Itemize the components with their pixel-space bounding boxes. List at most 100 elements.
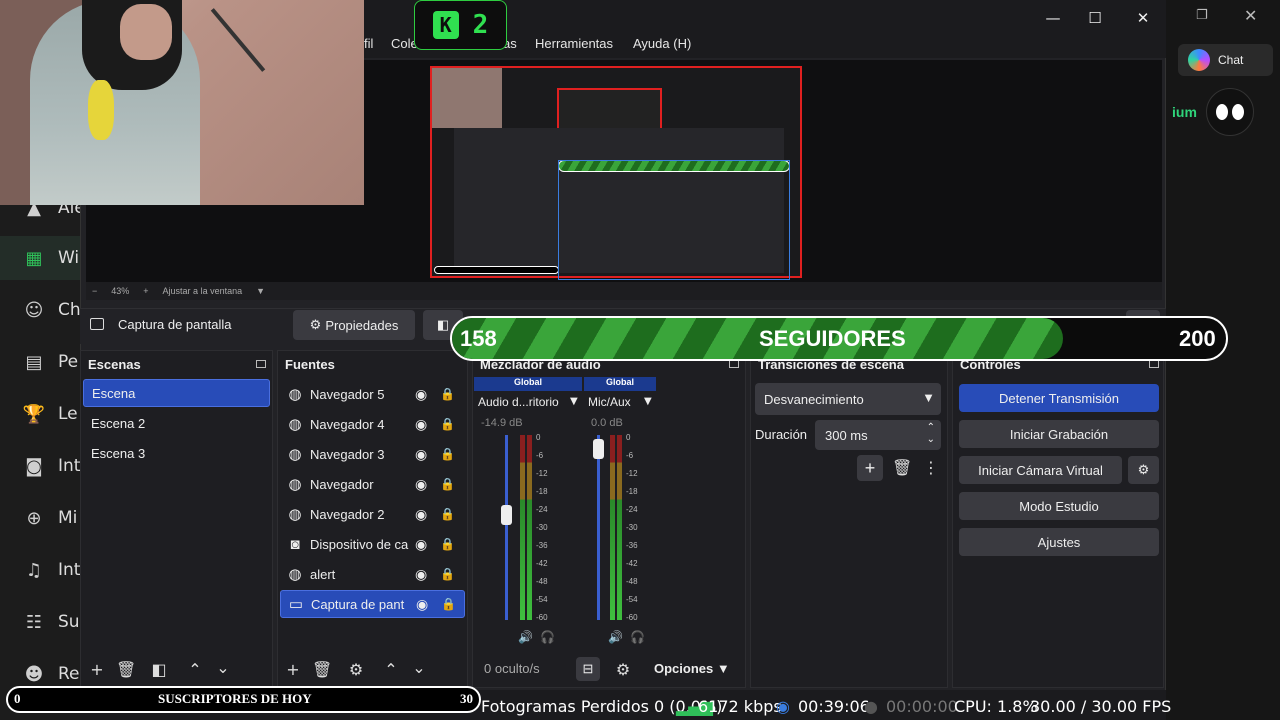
channel-volume-db: -14.9 dB: [481, 417, 523, 429]
move-up-icon[interactable]: ⌃: [186, 660, 204, 679]
close-window-icon[interactable]: ✕: [1120, 6, 1166, 30]
sidebar-item[interactable]: ◙ Int: [0, 444, 84, 488]
sidebar-item-label: Int: [58, 560, 81, 580]
preview-selection-box[interactable]: [558, 160, 790, 280]
eye-icon[interactable]: ◉: [415, 386, 427, 403]
move-up-icon[interactable]: ⌃: [382, 660, 400, 679]
source-item[interactable]: ◍ Navegador 5 ◉ 🔒: [280, 380, 465, 408]
source-item[interactable]: ◍ Navegador ◉ 🔒: [280, 470, 465, 498]
scene-item[interactable]: Escena 2: [83, 409, 270, 437]
source-item[interactable]: ◍ Navegador 3 ◉ 🔒: [280, 440, 465, 468]
eye-icon[interactable]: ◉: [415, 476, 427, 493]
studio-mode-button[interactable]: Modo Estudio: [959, 492, 1159, 520]
sidebar-item[interactable]: ☷ Su: [0, 600, 84, 644]
lock-icon[interactable]: 🔒: [440, 537, 455, 551]
options-button[interactable]: Opciones ▼: [654, 661, 730, 676]
sidebar-item[interactable]: ♫ Int: [0, 548, 84, 592]
eye-icon[interactable]: ◉: [416, 596, 428, 613]
trash-icon[interactable]: 🗑: [892, 458, 912, 477]
chevron-down-icon[interactable]: ▼: [570, 396, 578, 407]
menu-herramientas[interactable]: Herramientas: [535, 36, 613, 51]
menu-ayuda[interactable]: Ayuda (H): [633, 36, 691, 51]
lock-icon[interactable]: 🔒: [440, 447, 455, 461]
minimize-icon[interactable]: —: [1030, 6, 1076, 30]
scene-item[interactable]: Escena: [83, 379, 270, 407]
trash-icon[interactable]: 🗑: [116, 660, 136, 679]
trash-icon[interactable]: 🗑: [312, 660, 332, 679]
volume-slider-track[interactable]: [505, 435, 508, 620]
sidebar-item[interactable]: ▦ Wi: [0, 236, 84, 280]
source-item[interactable]: ◍ Navegador 4 ◉ 🔒: [280, 410, 465, 438]
source-item[interactable]: ◍ alert ◉ 🔒: [280, 560, 465, 588]
volume-slider-handle[interactable]: [593, 438, 604, 459]
menu-perfil[interactable]: fil: [364, 36, 373, 51]
fit-window-label[interactable]: Ajustar a la ventana: [163, 286, 243, 296]
properties-button[interactable]: ⚙ Propiedades: [293, 310, 415, 340]
eye-icon[interactable]: ◉: [415, 566, 427, 583]
move-down-icon[interactable]: ⌄: [410, 658, 428, 677]
start-recording-button[interactable]: Iniciar Grabación: [959, 420, 1159, 448]
maximize-icon[interactable]: ☐: [1072, 6, 1118, 30]
add-icon[interactable]: +: [88, 660, 106, 679]
gear-icon[interactable]: ⚙: [347, 660, 365, 679]
speaker-icon[interactable]: 🔊: [608, 630, 623, 644]
channel-badge: Global: [474, 377, 582, 391]
mixer-layout-button[interactable]: ⊟: [576, 657, 600, 681]
virtual-camera-settings-button[interactable]: ⚙: [1128, 456, 1159, 484]
scene-item[interactable]: Escena 3: [83, 439, 270, 467]
more-vertical-icon[interactable]: ⋮: [922, 458, 940, 477]
eye-icon[interactable]: ◉: [415, 416, 427, 433]
source-item[interactable]: ▭ Captura de pant ◉ 🔒: [280, 590, 465, 618]
source-item[interactable]: ◙ Dispositivo de ca ◉ 🔒: [280, 530, 465, 558]
settings-button[interactable]: Ajustes: [959, 528, 1159, 556]
advanced-audio-icon[interactable]: ⚙: [614, 660, 632, 679]
start-virtual-camera-button[interactable]: Iniciar Cámara Virtual: [959, 456, 1122, 484]
chevron-down-icon[interactable]: ▼: [256, 286, 265, 296]
lock-icon[interactable]: 🔒: [440, 477, 455, 491]
chevron-down-icon: ▼: [716, 661, 730, 676]
zoom-in-icon[interactable]: +: [143, 286, 148, 296]
speaker-icon[interactable]: 🔊: [518, 630, 533, 644]
source-item[interactable]: ◍ Navegador 2 ◉ 🔒: [280, 500, 465, 528]
lock-icon[interactable]: 🔒: [440, 567, 455, 581]
close-icon[interactable]: ✕: [1244, 6, 1257, 25]
duration-spinbox[interactable]: 300 ms ⌃ ⌄: [815, 420, 941, 450]
audio-level-meter: [610, 435, 615, 620]
sidebar-item[interactable]: ⊕ Mi: [0, 496, 84, 540]
spin-down-icon[interactable]: ⌄: [927, 434, 935, 445]
channel-name[interactable]: Audio d...ritorio: [478, 395, 559, 409]
move-down-icon[interactable]: ⌄: [214, 658, 232, 677]
gamepad-icon: ⊕: [26, 507, 42, 529]
sidebar-item[interactable]: ☺ Ch: [0, 288, 84, 332]
lock-icon[interactable]: 🔒: [440, 417, 455, 431]
transition-select[interactable]: Desvanecimiento ▼: [755, 383, 941, 415]
volume-slider-track[interactable]: [597, 435, 600, 620]
lock-icon[interactable]: 🔒: [440, 387, 455, 401]
chevron-down-icon[interactable]: ▼: [644, 396, 652, 407]
source-label: Navegador 3: [310, 446, 385, 462]
avatar[interactable]: [1206, 88, 1254, 136]
eye-icon[interactable]: ◉: [415, 446, 427, 463]
add-icon[interactable]: +: [284, 660, 302, 679]
lock-icon[interactable]: 🔒: [440, 507, 455, 521]
dock-float-icon[interactable]: [729, 360, 739, 368]
dock-float-icon[interactable]: [256, 360, 266, 368]
spin-up-icon[interactable]: ⌃: [927, 422, 935, 433]
headphones-icon[interactable]: 🎧: [630, 630, 645, 644]
lock-icon[interactable]: 🔒: [441, 597, 456, 611]
volume-slider-handle[interactable]: [501, 505, 512, 526]
preview-frame[interactable]: [430, 66, 802, 280]
chat-tab[interactable]: Chat: [1178, 44, 1273, 76]
dock-float-icon[interactable]: [1149, 360, 1159, 368]
sidebar-item[interactable]: 🏆 Le: [0, 392, 84, 436]
channel-name[interactable]: Mic/Aux: [588, 395, 631, 409]
zoom-out-icon[interactable]: −: [92, 286, 97, 296]
scene-filter-icon[interactable]: ◧: [150, 660, 168, 679]
eye-icon[interactable]: ◉: [415, 506, 427, 523]
add-transition-button[interactable]: +: [857, 455, 883, 481]
sidebar-item[interactable]: ▤ Pe: [0, 340, 84, 384]
headphones-icon[interactable]: 🎧: [540, 630, 555, 644]
restore-icon[interactable]: ❐: [1196, 8, 1208, 23]
stop-stream-button[interactable]: Detener Transmisión: [959, 384, 1159, 412]
eye-icon[interactable]: ◉: [415, 536, 427, 553]
